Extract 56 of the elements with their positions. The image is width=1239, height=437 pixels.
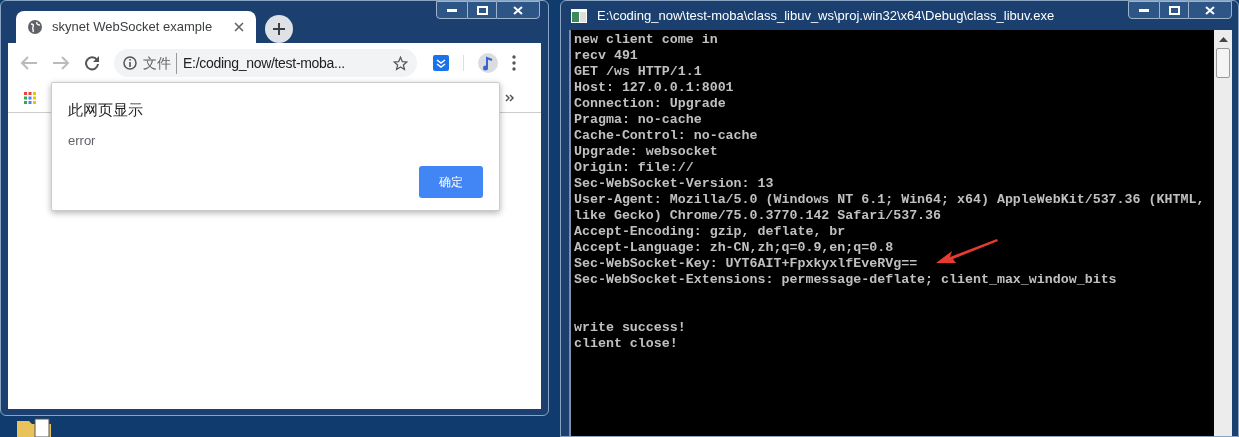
console-line: Sec-WebSocket-Version: 13 <box>574 176 774 192</box>
apps-icon[interactable] <box>24 91 36 104</box>
console-line: Cache-Control: no-cache <box>574 128 758 144</box>
chevron-icon[interactable] <box>505 93 515 102</box>
maximize-icon <box>476 5 488 15</box>
close-icon[interactable] <box>234 22 244 32</box>
console-line: Sec-WebSocket-Extensions: permessage-deflate; client_max_window_bits <box>574 272 1117 288</box>
maximize-icon <box>1168 5 1180 15</box>
close-button[interactable] <box>496 1 540 19</box>
console-line: GET /ws HTTP/1.1 <box>574 64 702 80</box>
console-line: client close! <box>574 336 678 352</box>
extension-icon[interactable] <box>433 55 449 71</box>
console-line: Accept-Encoding: gzip, deflate, br <box>574 224 846 240</box>
dialog-title: 此网页显示 <box>68 100 144 120</box>
console-line: Upgrade: websocket <box>574 144 718 160</box>
console-line: Accept-Language: zh-CN,zh;q=0.9,en;q=0.8 <box>574 240 894 256</box>
browser-tab[interactable]: skynet WebSocket example <box>16 11 256 43</box>
reload-icon[interactable] <box>84 55 100 71</box>
console-line: like Gecko) Chrome/75.0.3770.142 Safari/537.36 <box>574 208 942 224</box>
maximize-button[interactable] <box>1160 1 1188 19</box>
close-icon <box>1205 5 1215 15</box>
scroll-up-icon[interactable] <box>1218 36 1228 42</box>
console-line: Origin: file:// <box>574 160 694 176</box>
close-icon <box>513 5 523 15</box>
console-line: Sec-WebSocket-Key: UYT6AIT+FpxkyxlfEveRVg== <box>574 256 918 272</box>
window-title: E:\coding_now\test-moba\class_libuv_ws\proj.win32\x64\Debug\class_libuv.exe <box>597 7 1056 25</box>
scroll-thumb[interactable] <box>1216 48 1230 78</box>
profile-avatar-icon[interactable] <box>478 53 498 73</box>
star-icon[interactable] <box>393 55 408 71</box>
url-text: E:/coding_now/test-moba... <box>183 53 346 73</box>
address-bar[interactable]: 文件 E:/coding_now/test-moba... <box>114 49 417 77</box>
dialog-message: error <box>68 131 97 150</box>
console-line: Connection: Upgrade <box>574 96 726 112</box>
menu-icon[interactable] <box>512 55 516 71</box>
console-line: recv 491 <box>574 48 638 64</box>
scrollbar[interactable] <box>1214 30 1232 436</box>
close-button[interactable] <box>1188 1 1232 19</box>
ok-button[interactable]: 确定 <box>419 166 483 198</box>
console-line: User-Agent: Mozilla/5.0 (Windows NT 6.1; Win64; x64) AppleWebKit/537.36 (KHTML, <box>574 192 1205 208</box>
minimize-button[interactable] <box>436 1 468 19</box>
security-label: 文件 <box>143 52 177 74</box>
new-tab-button[interactable] <box>265 14 293 43</box>
folder-icon <box>17 417 51 437</box>
console-app-icon <box>571 9 587 23</box>
console-line: write success! <box>574 320 686 336</box>
minimize-icon <box>1139 8 1149 12</box>
console-line: Pragma: no-cache <box>574 112 702 128</box>
tab-title: skynet WebSocket example <box>52 18 214 37</box>
minimize-icon <box>447 8 457 12</box>
maximize-button[interactable] <box>468 1 496 19</box>
plus-icon <box>272 21 286 36</box>
minimize-button[interactable] <box>1128 1 1160 19</box>
console-line: new client come in <box>574 32 718 48</box>
console-line: Host: 127.0.0.1:8001 <box>574 80 734 96</box>
globe-icon <box>28 20 42 34</box>
info-icon <box>123 56 137 70</box>
